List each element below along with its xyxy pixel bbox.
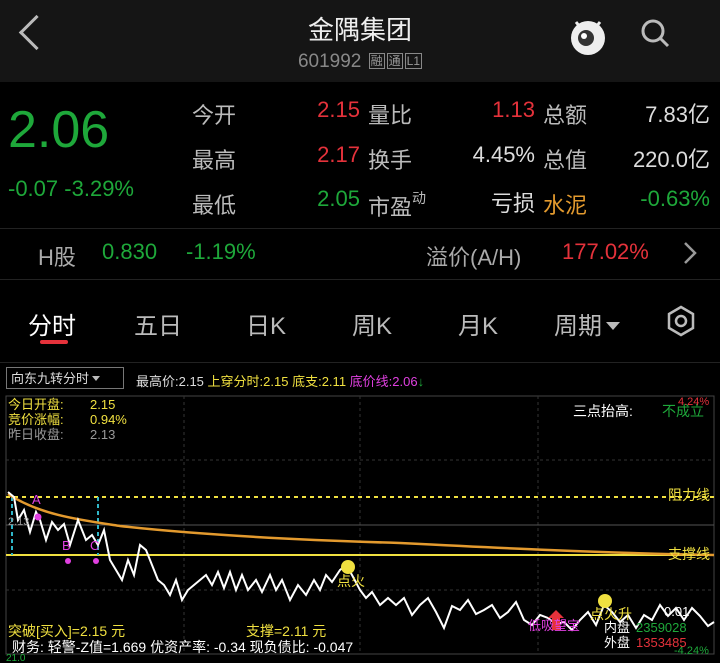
turnover-rate-label: 换手 bbox=[368, 148, 413, 173]
top-pct-label: 4.24% bbox=[678, 396, 709, 408]
buy-signal-label: 低吸望宝 bbox=[528, 618, 580, 633]
mascot-icon[interactable] bbox=[566, 14, 610, 58]
ignite-signal-label: 点火 bbox=[337, 573, 365, 589]
pe-value: 亏损 bbox=[490, 191, 535, 216]
margin-tag: 融 bbox=[368, 53, 385, 69]
indicator-support: 底支:2.11 bbox=[292, 374, 347, 389]
tab-intraday[interactable]: 分时 bbox=[28, 306, 76, 341]
tab-daily-k[interactable]: 日K bbox=[246, 306, 286, 341]
change-amount: -0.07 bbox=[8, 176, 59, 201]
support-label: 支撑线 bbox=[668, 546, 710, 562]
settings-icon[interactable] bbox=[664, 304, 698, 338]
market-cap-value: 220.0亿 bbox=[632, 147, 710, 172]
resistance-label: 阻力线 bbox=[668, 487, 710, 503]
h-share-label: H股 bbox=[38, 245, 76, 270]
intraday-chart[interactable]: A B C 点火 点火升 低吸望宝 今日开盘: 2.15 竞价涨幅: 0.94%… bbox=[0, 392, 720, 663]
money-bag-icon bbox=[341, 560, 612, 608]
low-label: 最低 bbox=[192, 193, 237, 218]
premium-label: 溢价(A/H) bbox=[426, 245, 522, 270]
chevron-right-icon[interactable] bbox=[682, 240, 698, 266]
low-value: 2.05 bbox=[317, 186, 360, 211]
marker-c-dot bbox=[93, 558, 99, 564]
active-tab-indicator bbox=[40, 340, 68, 344]
marker-c-label: C bbox=[90, 538, 99, 553]
marker-b-label: B bbox=[62, 538, 71, 553]
tab-monthly-k[interactable]: 月K bbox=[458, 306, 498, 341]
open-value: 2.15 bbox=[317, 97, 360, 122]
chevron-down-icon bbox=[606, 322, 620, 330]
industry-change: -0.63% bbox=[640, 186, 710, 211]
inner-volume-value: 2359028 bbox=[636, 620, 687, 635]
price-tick: 2.13 bbox=[8, 516, 29, 528]
high-label: 最高 bbox=[192, 148, 237, 173]
market-cap-label: 总值 bbox=[543, 148, 588, 173]
stock-code-number: 601992 bbox=[297, 51, 362, 72]
tab-weekly-k[interactable]: 周K bbox=[352, 306, 392, 341]
caret-down-icon bbox=[92, 376, 101, 381]
open-price-value: 2.15 bbox=[90, 397, 115, 412]
marker-a-label: A bbox=[32, 492, 41, 507]
price-change: -0.07 -3.29% bbox=[8, 176, 134, 202]
divider bbox=[0, 362, 720, 363]
industry-link[interactable]: 水泥 bbox=[543, 188, 587, 220]
support-value-text: 支撑=2.11 元 bbox=[246, 623, 326, 639]
bid-change-value: 0.94% bbox=[90, 412, 127, 427]
search-icon[interactable] bbox=[640, 18, 670, 48]
breakout-text: 突破[买入]=2.15 元 bbox=[8, 623, 125, 639]
volume-ratio-label: 量比 bbox=[368, 103, 413, 128]
h-share-price: 0.830 bbox=[102, 239, 158, 264]
indicator-values: 最高价:2.15 上穿分时:2.15 底支:2.11 底价线:2.06↓ bbox=[136, 371, 424, 390]
change-pct: -3.29% bbox=[64, 176, 134, 201]
marker-a-dot bbox=[34, 513, 42, 521]
indicator-floor: 底价线:2.06 bbox=[349, 374, 418, 389]
indicator-dropdown[interactable]: 向东九转分时 bbox=[6, 367, 124, 389]
tab-five-day[interactable]: 五日 bbox=[134, 306, 182, 341]
pe-label: 市盈动 bbox=[368, 190, 427, 220]
turnover-amount-value: 7.83亿 bbox=[645, 102, 710, 127]
right-number: 0.01 bbox=[664, 604, 689, 619]
high-value: 2.17 bbox=[317, 142, 360, 167]
inner-volume-label: 内盘 bbox=[604, 620, 630, 635]
volume-ratio-value: 1.13 bbox=[492, 97, 535, 122]
level-tag: L1 bbox=[404, 53, 423, 69]
indicator-high: 最高价:2.15 bbox=[136, 374, 204, 389]
prev-close-value: 2.13 bbox=[90, 427, 115, 442]
bid-change-label: 竞价涨幅: bbox=[8, 412, 64, 427]
outer-volume-label: 外盘 bbox=[604, 635, 630, 650]
outer-volume-value: 1353485 bbox=[636, 635, 687, 650]
premium-value: 177.02% bbox=[562, 239, 649, 264]
marker-b-dot bbox=[65, 558, 71, 564]
h-share-change: -1.19% bbox=[186, 239, 256, 264]
finance-text: 财务: 轻警-Z值=1.669 优资产率: -0.34 现负债比: -0.047 bbox=[12, 639, 353, 655]
open-price-label: 今日开盘: bbox=[8, 397, 64, 412]
open-label: 今开 bbox=[192, 103, 237, 128]
left-bottom-number: 21.0 bbox=[6, 653, 26, 663]
connect-tag: 通 bbox=[386, 53, 403, 69]
turnover-amount-label: 总额 bbox=[543, 103, 588, 128]
indicator-cross: 上穿分时:2.15 bbox=[207, 374, 289, 389]
stock-title: 金隅集团 bbox=[307, 15, 412, 45]
tab-period[interactable]: 周期 bbox=[554, 306, 620, 341]
three-points-label: 三点抬高: bbox=[573, 403, 633, 419]
turnover-rate-value: 4.45% bbox=[472, 142, 535, 167]
down-arrow-icon: ↓ bbox=[417, 374, 425, 389]
stock-code: 601992 融通 L1 bbox=[0, 51, 720, 73]
last-price: 2.06 bbox=[8, 101, 110, 159]
prev-close-label: 昨日收盘: bbox=[8, 427, 64, 442]
